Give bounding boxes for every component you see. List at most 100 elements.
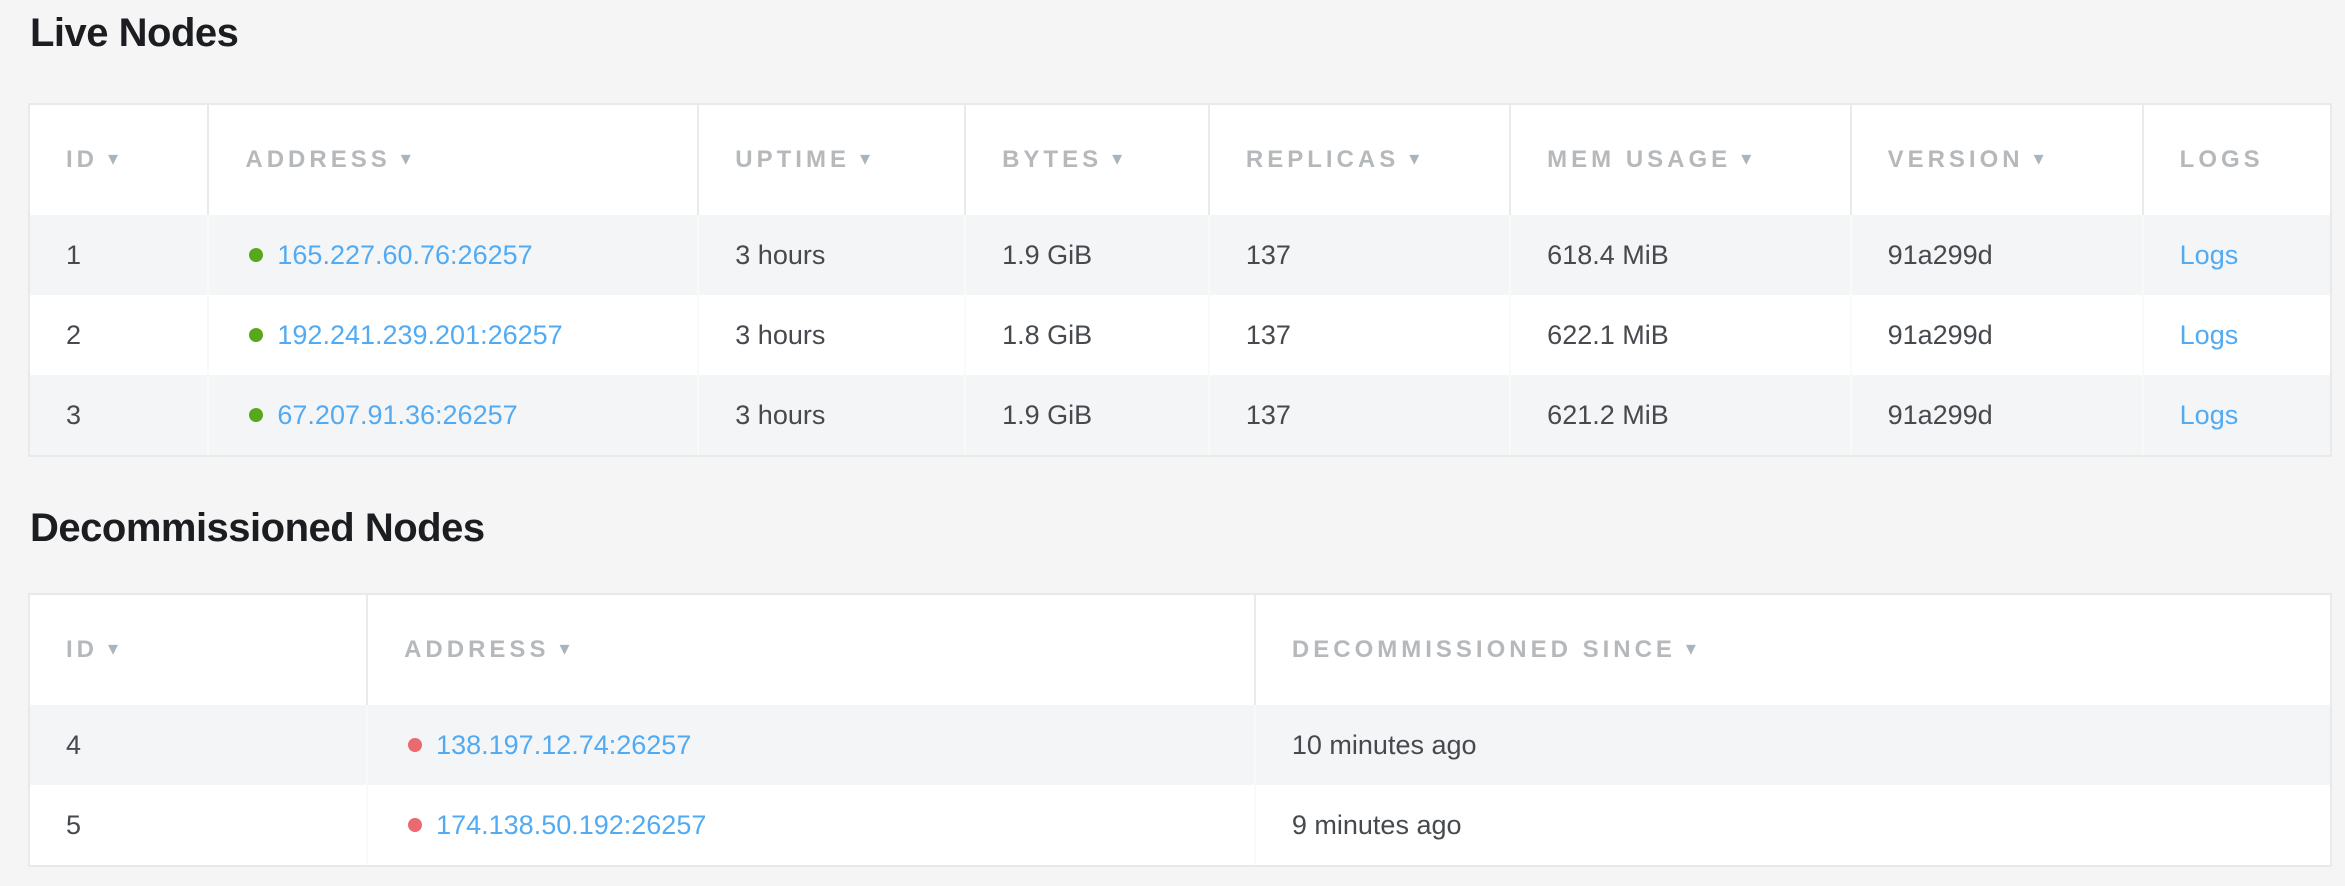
cell-text: 2 [66,320,81,350]
table-row: 1 165.227.60.76:26257 3 hours 1.9 GiB 137 618… [30,215,2330,295]
cell-uptime: 3 hours [699,215,966,295]
sort-arrow-icon: ▾ [1686,638,1696,660]
column-header-address[interactable]: ADDRESS▾ [209,105,699,215]
live-status-dot-icon [249,328,263,342]
cell-address: 165.227.60.76:26257 [209,215,699,295]
header-row: ID ▾ ADDRESS ▾ DECOMMISSIONED SINCE ▾ [30,595,2330,705]
column-header-logs: LOGS [2144,105,2330,215]
cell-uptime: 3 hours [699,295,966,375]
cell-mem_usage: 622.1 MiB [1511,295,1851,375]
cell-text: 1.8 GiB [1002,320,1092,350]
node-logs-link[interactable]: Logs [2180,400,2239,430]
cell-text: 9 minutes ago [1292,810,1462,840]
cell-text: 622.1 MiB [1547,320,1669,350]
decommissioned-nodes-title: Decommissioned Nodes [28,457,2332,551]
cell-text: 618.4 MiB [1547,240,1669,270]
cell-text: 137 [1246,320,1291,350]
column-header-id[interactable]: ID ▾ [30,105,209,215]
node-address-link[interactable]: 67.207.91.36:26257 [277,400,517,430]
cell-text: 10 minutes ago [1292,730,1477,760]
cell-bytes: 1.9 GiB [966,375,1210,455]
column-header-label: DECOMMISSIONED SINCE [1292,636,1676,663]
column-header-label: UPTIME [735,146,850,173]
cell-text: 3 [66,400,81,430]
node-address-link[interactable]: 192.241.239.201:26257 [277,320,562,350]
sort-arrow-icon: ▾ [108,148,118,170]
column-header-label: ID [66,636,98,663]
cell-bytes: 1.8 GiB [966,295,1210,375]
cell-text: 4 [66,730,81,760]
cell-text: 91a299d [1888,400,1993,430]
table-row: 4 138.197.12.74:26257 10 minutes ago [30,705,2330,785]
column-header-version[interactable]: VERSION ▾ [1852,105,2144,215]
column-header-label: ID [66,146,98,173]
cell-replicas: 137 [1210,375,1511,455]
sort-arrow-icon: ▾ [860,148,870,170]
cell-decommissioned_since: 9 minutes ago [1256,785,2330,865]
cell-id: 4 [30,705,368,785]
column-header-label: REPLICAS [1246,146,1399,173]
node-logs-link[interactable]: Logs [2180,240,2239,270]
column-header-label: ADDRESS [404,636,549,663]
cell-address: 138.197.12.74:26257 [368,705,1256,785]
node-address-link[interactable]: 165.227.60.76:26257 [277,240,532,270]
column-header-label: LOGS [2180,146,2264,173]
cell-text: 621.2 MiB [1547,400,1669,430]
cell-address: 67.207.91.36:26257 [209,375,699,455]
cell-text: 137 [1246,240,1291,270]
decommissioned-nodes-table: ID ▾ ADDRESS ▾ DECOMMISSIONED SINCE ▾ 4 138.19… [28,593,2332,867]
cell-version: 91a299d [1852,375,2144,455]
column-header-label: ADDRESS [245,146,390,173]
cell-uptime: 3 hours [699,375,966,455]
cell-mem_usage: 621.2 MiB [1511,375,1851,455]
cell-logs: Logs [2144,295,2330,375]
node-address-link[interactable]: 138.197.12.74:26257 [436,730,691,760]
cell-address: 174.138.50.192:26257 [368,785,1256,865]
sort-arrow-icon: ▾ [108,638,118,660]
cell-text: 1.9 GiB [1002,400,1092,430]
cell-id: 1 [30,215,209,295]
sort-arrow-icon: ▾ [2034,148,2044,170]
cell-address: 192.241.239.201:26257 [209,295,699,375]
cell-version: 91a299d [1852,215,2144,295]
live-nodes-title: Live Nodes [28,0,2332,56]
column-header-id[interactable]: ID ▾ [30,595,368,705]
cell-text: 3 hours [735,320,825,350]
cell-id: 5 [30,785,368,865]
cell-text: 137 [1246,400,1291,430]
column-header-replicas[interactable]: REPLICAS ▾ [1210,105,1511,215]
cell-text: 1.9 GiB [1002,240,1092,270]
header-row: ID▾ADDRESS▾UPTIME▾BYTES▾REPLICAS▾MEM USA… [30,105,2330,215]
sort-arrow-icon: ▾ [559,638,569,660]
cell-text: 5 [66,810,81,840]
column-header-label: VERSION [1888,146,2024,173]
cell-text: 3 hours [735,240,825,270]
decommissioned-status-dot-icon [408,818,422,832]
column-header-label: MEM USAGE [1547,146,1731,173]
node-address-link[interactable]: 174.138.50.192:26257 [436,810,706,840]
cell-decommissioned_since: 10 minutes ago [1256,705,2330,785]
sort-arrow-icon: ▾ [1112,148,1122,170]
column-header-address[interactable]: ADDRESS ▾ [368,595,1256,705]
cell-text: 91a299d [1888,240,1993,270]
table-row: 2 192.241.239.201:26257 3 hours 1.8 GiB 137 6… [30,295,2330,375]
column-header-decommissioned_since[interactable]: DECOMMISSIONED SINCE ▾ [1256,595,2330,705]
cell-version: 91a299d [1852,295,2144,375]
cell-replicas: 137 [1210,215,1511,295]
cell-id: 2 [30,295,209,375]
live-status-dot-icon [249,408,263,422]
column-header-label: BYTES [1002,146,1102,173]
live-nodes-table: ID▾ADDRESS▾UPTIME▾BYTES▾REPLICAS▾MEM USA… [28,103,2332,457]
node-logs-link[interactable]: Logs [2180,320,2239,350]
cell-replicas: 137 [1210,295,1511,375]
column-header-bytes[interactable]: BYTES ▾ [966,105,1210,215]
column-header-mem_usage[interactable]: MEM USAGE▾ [1511,105,1851,215]
cell-logs: Logs [2144,215,2330,295]
cell-text: 91a299d [1888,320,1993,350]
cell-logs: Logs [2144,375,2330,455]
sort-arrow-icon: ▾ [1409,148,1419,170]
cell-text: 3 hours [735,400,825,430]
column-header-uptime[interactable]: UPTIME ▾ [699,105,966,215]
cell-mem_usage: 618.4 MiB [1511,215,1851,295]
table-row: 3 67.207.91.36:26257 3 hours 1.9 GiB 137 621.… [30,375,2330,455]
